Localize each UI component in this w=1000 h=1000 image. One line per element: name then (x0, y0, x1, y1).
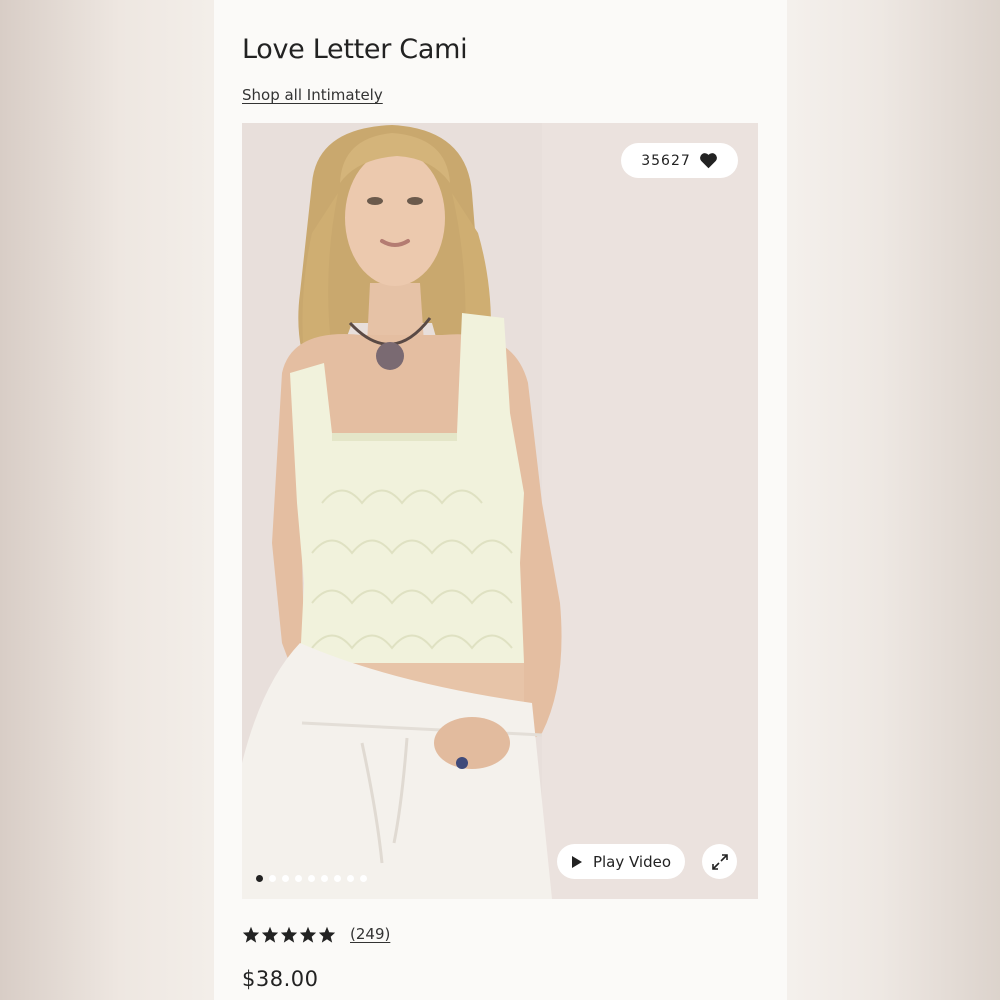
product-page: Love Letter Cami Shop all Intimately 356… (214, 0, 787, 1000)
likes-button[interactable]: 35627 (621, 143, 738, 178)
product-price: $38.00 (242, 967, 319, 991)
star-icon (261, 926, 279, 943)
heart-icon (699, 153, 717, 169)
carousel-dot[interactable] (282, 875, 289, 882)
carousel-dot[interactable] (321, 875, 328, 882)
star-rating (242, 926, 336, 943)
likes-count: 35627 (641, 152, 691, 169)
image-carousel-dots (256, 875, 367, 882)
star-icon (299, 926, 317, 943)
carousel-dot[interactable] (308, 875, 315, 882)
shop-all-link[interactable]: Shop all Intimately (242, 86, 383, 104)
expand-icon (711, 853, 728, 870)
review-count-link[interactable]: (249) (350, 925, 390, 943)
rating-row: (249) (242, 925, 390, 943)
carousel-dot[interactable] (295, 875, 302, 882)
carousel-dot[interactable] (360, 875, 367, 882)
expand-image-button[interactable] (702, 844, 737, 879)
carousel-dot[interactable] (347, 875, 354, 882)
play-video-label: Play Video (592, 852, 672, 871)
play-icon (571, 855, 582, 868)
carousel-dot[interactable] (334, 875, 341, 882)
star-icon (280, 926, 298, 943)
carousel-dot[interactable] (269, 875, 276, 882)
product-image-gallery[interactable]: 35627 Play Video (242, 123, 758, 899)
carousel-dot[interactable] (256, 875, 263, 882)
play-video-button[interactable]: Play Video (557, 844, 685, 879)
star-icon (242, 926, 260, 943)
star-icon (318, 926, 336, 943)
product-photo (242, 123, 758, 899)
product-title: Love Letter Cami (242, 34, 468, 65)
